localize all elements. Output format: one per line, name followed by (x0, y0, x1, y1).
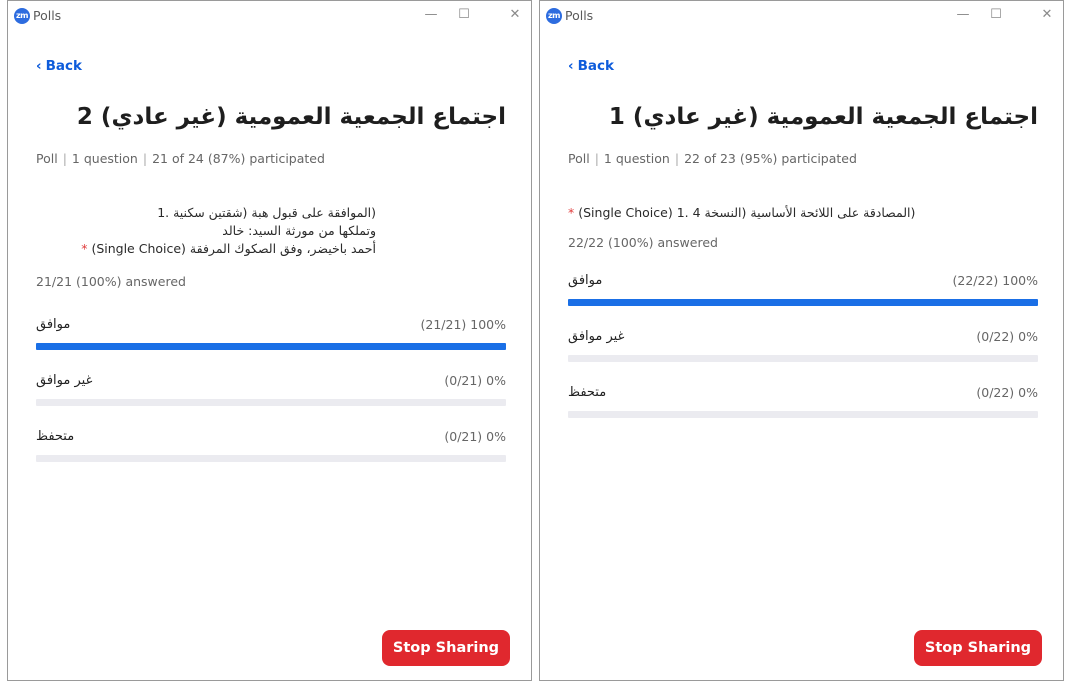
progress-track (36, 455, 506, 462)
polls-window-2: zm Polls — ☐ ✕ ‹ Back اجتماع الجمعية العم… (539, 0, 1064, 681)
question-count: 1 question (603, 151, 670, 166)
option-value: (0/21) 0% (444, 429, 506, 444)
separator: | (142, 151, 148, 166)
title-bar: zm Polls — ☐ ✕ (8, 1, 531, 31)
chevron-left-icon: ‹ (568, 58, 574, 74)
progress-track (568, 299, 1038, 306)
separator: | (62, 151, 67, 166)
required-star: * (81, 241, 88, 256)
stop-sharing-button[interactable]: Stop Sharing (914, 630, 1042, 666)
poll-title: اجتماع الجمعية العمومية (غير عادي) 1 (608, 104, 1038, 130)
maximize-icon[interactable]: ☐ (453, 5, 475, 25)
progress-track (36, 343, 506, 350)
question-type: (Single Choice) (578, 205, 673, 220)
question-text: (الموافقة على قبول هبة (شقتين سكنية .1 و… (36, 204, 376, 258)
option-label: غير موافق (568, 329, 625, 344)
separator: | (594, 151, 599, 166)
zoom-logo-icon: zm (14, 8, 30, 24)
stop-sharing-button[interactable]: Stop Sharing (382, 630, 510, 666)
chevron-left-icon: ‹ (36, 58, 42, 74)
question-line: وتملكها من مورثة السيد: خالد (222, 223, 376, 238)
progress-track (568, 411, 1038, 418)
progress-track (568, 355, 1038, 362)
zoom-logo-icon: zm (546, 8, 562, 24)
question-count: 1 question (71, 151, 138, 166)
option-label: غير موافق (36, 373, 93, 388)
required-star: * (568, 205, 575, 220)
progress-fill (568, 299, 1038, 306)
option-label: متحفظ (36, 429, 75, 444)
back-button[interactable]: ‹ Back (36, 58, 82, 74)
back-label: Back (577, 58, 614, 74)
close-icon[interactable]: ✕ (1036, 5, 1058, 25)
option-label: موافق (36, 317, 71, 332)
question-text: (المصادقة على اللائحة الأساسية (النسخة 4… (568, 204, 988, 222)
question-line: أحمد باخيضر، وفق الصكوك المرفقة (189, 241, 376, 256)
poll-type: Poll (568, 151, 590, 166)
question-line: (المصادقة على اللائحة الأساسية (النسخة 4… (676, 205, 916, 220)
question-type: (Single Choice) (91, 241, 186, 256)
app-title: Polls (33, 8, 62, 23)
polls-window-1: zm Polls — ☐ ✕ ‹ Back اجتماع الجمعية العم… (7, 0, 532, 681)
title-bar: zm Polls — ☐ ✕ (540, 1, 1063, 31)
option-value: (0/21) 0% (444, 373, 506, 388)
participation: 22 of 23 (95%) participated (684, 151, 857, 166)
poll-meta: Poll | 1 question | 21 of 24 (87%) participa… (36, 151, 325, 166)
option-label: موافق (568, 273, 603, 288)
question-line: (الموافقة على قبول هبة (شقتين سكنية .1 (157, 205, 376, 220)
back-label: Back (45, 58, 82, 74)
option-label: متحفظ (568, 385, 607, 400)
back-button[interactable]: ‹ Back (568, 58, 614, 74)
option-value: (21/21) 100% (420, 317, 507, 332)
minimize-icon[interactable]: — (952, 5, 974, 25)
poll-type: Poll (36, 151, 58, 166)
progress-fill (36, 343, 506, 350)
option-value: (0/22) 0% (976, 329, 1038, 344)
option-value: (0/22) 0% (976, 385, 1038, 400)
option-value: (22/22) 100% (952, 273, 1039, 288)
progress-track (36, 399, 506, 406)
minimize-icon[interactable]: — (420, 5, 442, 25)
app-title: Polls (565, 8, 594, 23)
maximize-icon[interactable]: ☐ (985, 5, 1007, 25)
answered-count: 21/21 (100%) answered (36, 274, 186, 289)
close-icon[interactable]: ✕ (504, 5, 526, 25)
poll-meta: Poll | 1 question | 22 of 23 (95%) participa… (568, 151, 857, 166)
separator: | (674, 151, 680, 166)
poll-title: اجتماع الجمعية العمومية (غير عادي) 2 (76, 104, 506, 130)
answered-count: 22/22 (100%) answered (568, 235, 718, 250)
participation: 21 of 24 (87%) participated (152, 151, 325, 166)
